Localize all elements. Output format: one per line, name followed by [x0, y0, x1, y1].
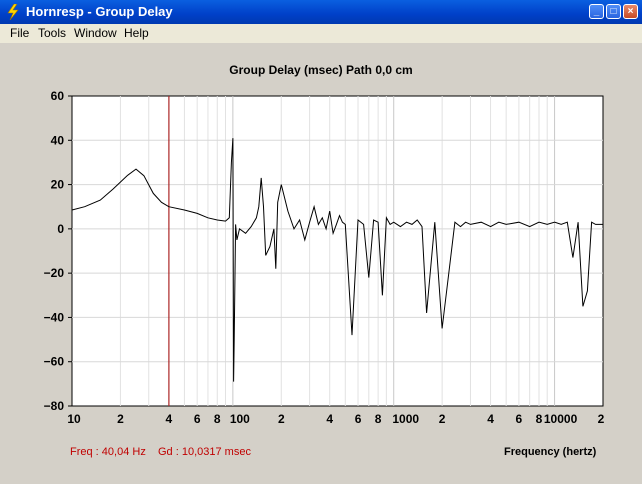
- freq-readout: Freq : 40,04 Hz: [70, 446, 146, 458]
- x-tick-label: 4: [166, 412, 173, 426]
- y-tick-label: −20: [44, 266, 65, 280]
- x-tick-label: 2: [117, 412, 124, 426]
- x-tick-label: 10: [67, 412, 81, 426]
- title-bar[interactable]: Hornresp - Group Delay _ □ ×: [0, 0, 642, 24]
- window-edge: [636, 43, 642, 484]
- y-tick-label: −80: [44, 399, 65, 413]
- minimize-button[interactable]: _: [589, 4, 604, 19]
- group-delay-chart[interactable]: 6040200−20−40−60−8010 2 4 6 8 100 2 4 6 8 1000 2 4 6 8…: [0, 43, 636, 484]
- x-tick-label: 6: [194, 412, 201, 426]
- close-button[interactable]: ×: [623, 4, 638, 19]
- x-tick-label: 2: [439, 412, 446, 426]
- menu-tools[interactable]: Tools: [38, 26, 66, 40]
- plot-background: [71, 95, 604, 407]
- x-tick-label: 8: [536, 412, 543, 426]
- menu-window[interactable]: Window: [74, 26, 117, 40]
- y-tick-label: 0: [57, 222, 64, 236]
- y-tick-label: 60: [51, 89, 65, 103]
- x-tick-label: 6: [516, 412, 523, 426]
- maximize-button[interactable]: □: [606, 4, 621, 19]
- x-tick-label: 4: [487, 412, 494, 426]
- chart-area: Group Delay (msec) Path 0,0 cm 60 40 20 0 −2…: [0, 43, 642, 484]
- x-tick-label: 2: [598, 412, 605, 426]
- y-tick-label: 40: [51, 133, 65, 147]
- hornresp-app-icon: [7, 4, 19, 20]
- y-tick-label: 20: [51, 178, 65, 192]
- x-axis-label: Frequency (hertz): [504, 446, 597, 458]
- x-tick-label: 100: [230, 412, 250, 426]
- x-tick-label: 6: [355, 412, 362, 426]
- x-tick-label: 10000: [544, 412, 578, 426]
- x-tick-label: 1000: [392, 412, 419, 426]
- menu-help[interactable]: Help: [124, 26, 149, 40]
- y-tick-label: −60: [44, 355, 65, 369]
- x-tick-label: 4: [326, 412, 333, 426]
- x-tick-label: 2: [278, 412, 285, 426]
- app-window: Hornresp - Group Delay _ □ × File Tools …: [0, 0, 642, 484]
- x-tick-label: 8: [375, 412, 382, 426]
- window-title: Hornresp - Group Delay: [26, 4, 173, 19]
- y-tick-label: −40: [44, 310, 65, 324]
- menu-file[interactable]: File: [10, 26, 29, 40]
- x-tick-label: 8: [214, 412, 221, 426]
- menu-bar: File Tools Window Help: [0, 24, 642, 43]
- group-delay-readout: Gd : 10,0317 msec: [158, 446, 251, 458]
